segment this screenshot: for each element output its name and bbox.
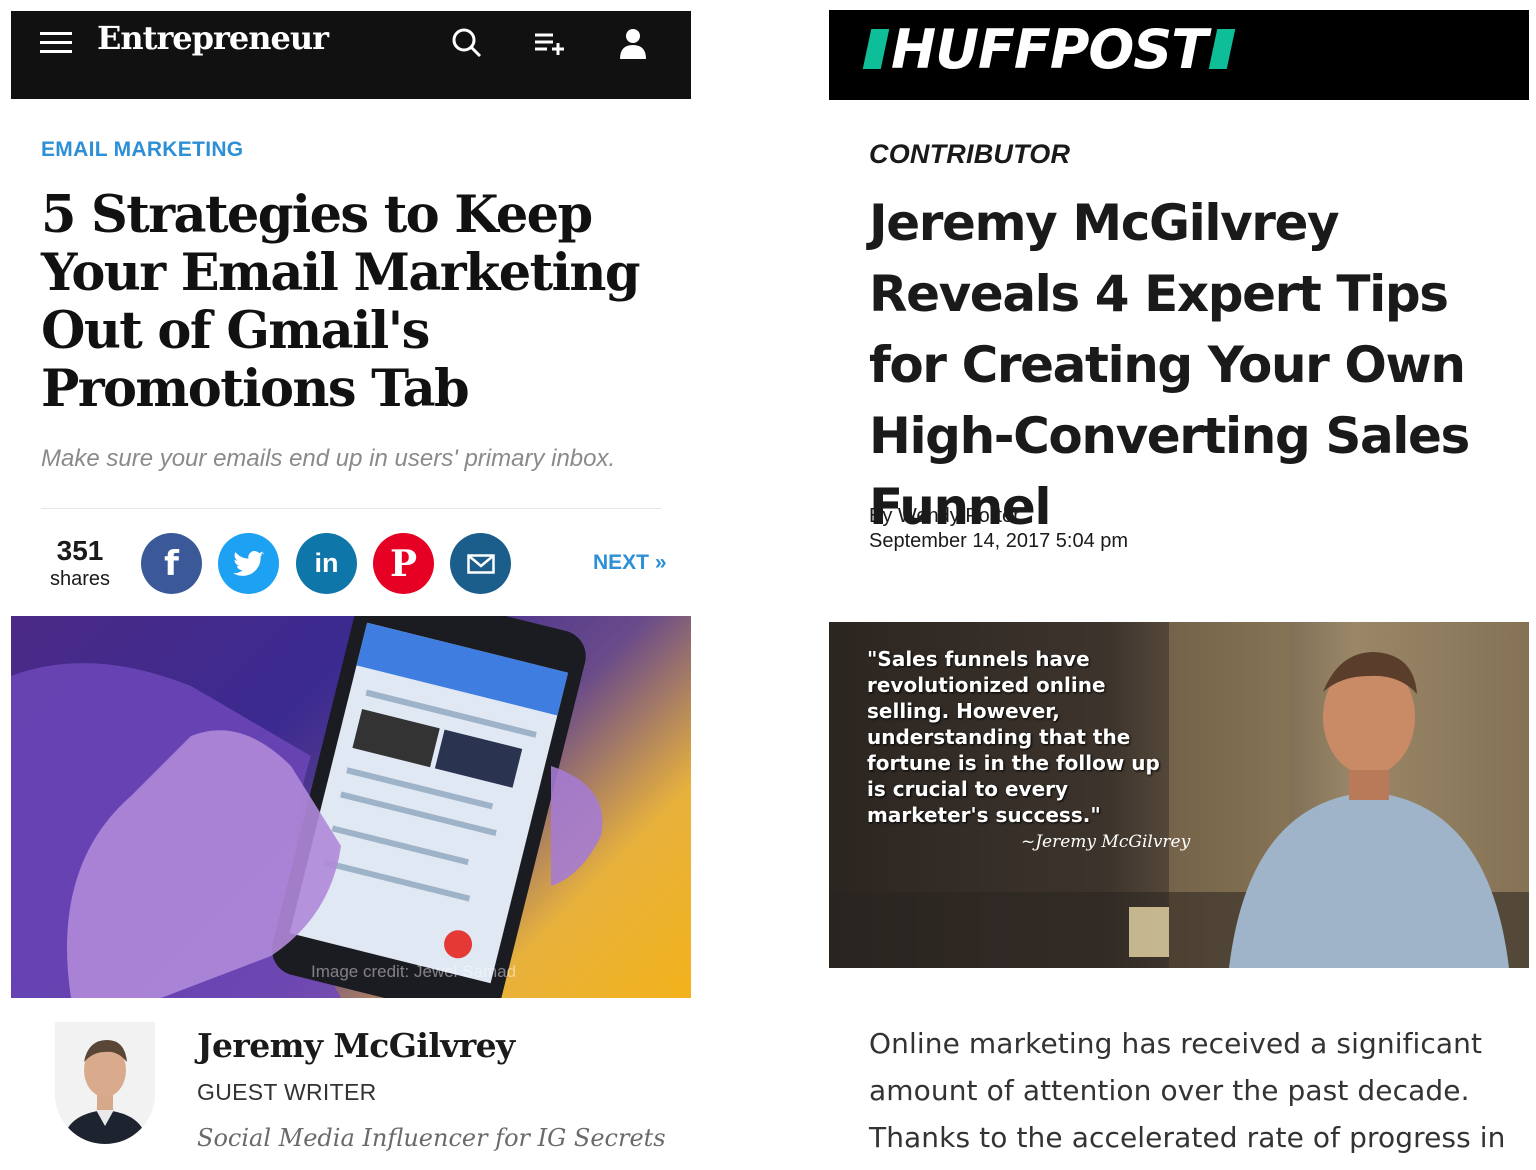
entrepreneur-logo[interactable]: Entrepreneur — [97, 19, 329, 57]
publish-date: September 14, 2017 5:04 pm — [869, 530, 1129, 552]
entrepreneur-header: Entrepreneur — [11, 11, 691, 99]
huffpost-wordmark: HUFFPOST — [891, 17, 1208, 81]
author-bio: Social Media Influencer for IG Secrets — [197, 1124, 666, 1152]
author-name[interactable]: Jeremy McGilvrey — [197, 1026, 515, 1065]
facebook-share-button[interactable]: f — [141, 533, 202, 594]
author-role: GUEST WRITER — [197, 1079, 377, 1105]
article-body: Online marketing has received a signific… — [869, 1027, 1506, 1154]
user-icon[interactable] — [615, 25, 651, 61]
next-article-link[interactable]: NEXT » — [593, 551, 667, 575]
article-subtitle: Make sure your emails end up in users' p… — [41, 445, 616, 472]
byline[interactable]: By Wendy Porter — [869, 505, 1020, 528]
image-credit: Image credit: Jewel Samad — [311, 962, 517, 981]
category-kicker[interactable]: EMAIL MARKETING — [41, 138, 243, 162]
hero-image: Image credit: Jewel Samad — [11, 616, 691, 998]
quote-signature: ~Jeremy McGilvrey — [1021, 832, 1191, 852]
pinterest-share-button[interactable]: P — [373, 533, 434, 594]
linkedin-icon: in — [314, 548, 339, 578]
pinterest-icon: P — [389, 542, 418, 585]
quote-image: "Sales funnels have revolutionized onlin… — [829, 622, 1529, 968]
share-count: 351 — [56, 535, 104, 566]
author-avatar[interactable] — [55, 1022, 155, 1144]
envelope-icon — [466, 553, 495, 574]
pull-quote: "Sales funnels have revolutionized onlin… — [867, 647, 1160, 827]
linkedin-share-button[interactable]: in — [296, 533, 357, 594]
search-icon[interactable] — [449, 25, 485, 61]
add-to-list-icon[interactable] — [532, 25, 568, 61]
logo-slash-right — [1208, 29, 1236, 69]
entrepreneur-article: Entrepreneur EMAIL MARKETING 5 Strategie… — [0, 0, 700, 1170]
article-title: Jeremy McGilvrey Reveals 4 Expert Tips f… — [869, 194, 1470, 536]
email-share-button[interactable] — [450, 533, 511, 594]
phone-in-hand-illustration — [11, 616, 603, 998]
twitter-share-button[interactable] — [218, 533, 279, 594]
huffpost-logo[interactable]: HUFFPOST — [862, 17, 1236, 81]
facebook-icon: f — [164, 543, 179, 584]
twitter-icon — [232, 550, 264, 576]
logo-slash-left — [862, 29, 890, 69]
menu-icon[interactable] — [40, 32, 72, 54]
share-count-label: shares — [49, 568, 111, 590]
divider — [41, 508, 661, 509]
huffpost-header: HUFFPOST — [829, 10, 1529, 100]
article-title: 5 Strategies to Keep Your Email Marketin… — [41, 185, 641, 419]
contributor-kicker: CONTRIBUTOR — [869, 139, 1071, 169]
